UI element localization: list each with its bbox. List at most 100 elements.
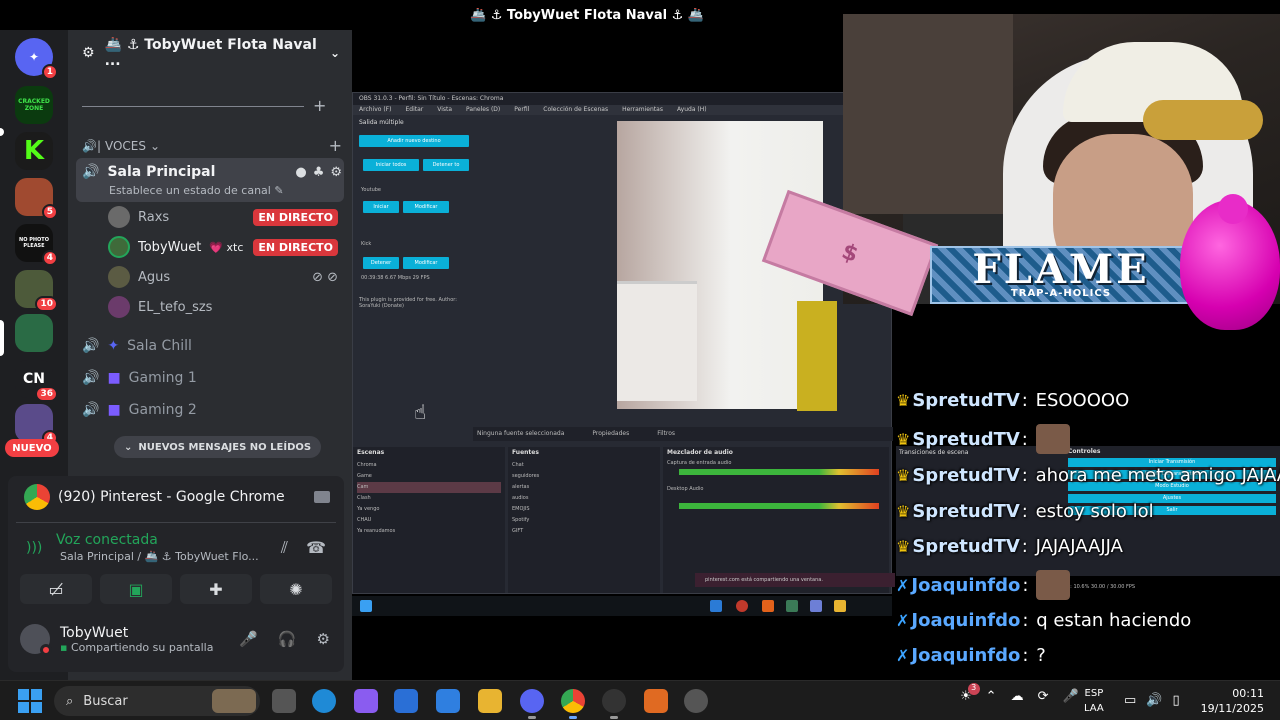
noise-suppression-icon[interactable]: ⫽ <box>281 538 288 558</box>
channel-sala-principal[interactable]: 🔊 Sala Principal ● ♣ ⚙ <box>82 164 342 180</box>
obs-filters: Filtros <box>657 430 676 437</box>
activities-icon: ✚ <box>209 579 223 599</box>
clock[interactable]: 00:11 19/11/2025 <box>1172 686 1264 716</box>
avatar <box>108 206 130 228</box>
speaker-icon: 🔊 <box>82 164 100 180</box>
server-6[interactable] <box>15 314 53 352</box>
server-cracked-zone[interactable]: CRACKED ZONE <box>15 86 53 124</box>
voice-status[interactable]: Voz conectada <box>56 532 158 548</box>
obs-menu: Archivo (F) Editar Vista Paneles (D) Per… <box>353 105 891 115</box>
avatar <box>108 236 130 258</box>
audio-meter <box>679 469 879 475</box>
mic-icon[interactable]: 🎤 <box>1062 689 1078 704</box>
add-member-icon[interactable]: ♣ <box>313 165 325 180</box>
dock-title: Salida múltiple <box>359 119 404 126</box>
headphones-icon[interactable]: 🎧 <box>278 630 297 648</box>
file-explorer-icon[interactable] <box>478 689 502 713</box>
start-button[interactable] <box>18 689 42 713</box>
buddha-head <box>1218 194 1248 224</box>
settings-icon[interactable]: ⚙ <box>317 630 330 648</box>
obs-no-source: Ninguna fuente seleccionada <box>477 430 565 437</box>
guild-header[interactable]: ⚙ 🚢 ⚓ TobyWuet Flota Naval ... ⌄ <box>68 30 352 76</box>
discord-icon[interactable] <box>520 689 544 719</box>
channel-emoji-icon: ✦ <box>107 338 120 354</box>
category-label: VOCES <box>104 138 147 153</box>
screen-share-button[interactable]: ▣ <box>100 574 172 604</box>
disconnect-icon[interactable]: ☎ <box>306 538 326 558</box>
channel-gaming-1[interactable]: 🔊 ■ Gaming 1 <box>82 370 342 386</box>
divider <box>82 106 304 107</box>
activities-button[interactable]: ✚ <box>180 574 252 604</box>
channel-sala-chill[interactable]: 🔊 ✦ Sala Chill <box>82 338 342 354</box>
source-item: Spotify <box>512 517 530 523</box>
mixer-channel: Captura de entrada audio <box>667 460 732 466</box>
settings-icon[interactable] <box>684 689 708 713</box>
channel-gaming-2[interactable]: 🔊 ■ Gaming 2 <box>82 402 342 418</box>
server-cn[interactable]: CN 36 <box>15 360 58 402</box>
outlook-icon[interactable] <box>394 689 418 713</box>
audio-meter <box>679 503 879 509</box>
unread-messages-button[interactable]: ⌄ NUEVOS MENSAJES NO LEÍDOS <box>114 436 322 458</box>
share-notice: pinterest.com está compartiendo una vent… <box>695 573 895 587</box>
search-placeholder: Buscar <box>83 693 128 709</box>
edge-icon[interactable] <box>312 689 336 713</box>
chevron-up-icon[interactable]: ⌃ <box>986 689 997 704</box>
chat-message: ✗ Joaquinfdo: <box>896 570 1071 600</box>
server-3[interactable]: 5 <box>15 178 58 220</box>
opera-icon <box>736 600 748 612</box>
voice-user[interactable]: TobyWuet 💗 xtc EN DIRECTO <box>108 236 338 258</box>
discord-home-icon[interactable]: ✦ 1 <box>15 38 58 80</box>
copilot-icon[interactable] <box>354 689 378 713</box>
settings-icon[interactable]: ⚙ <box>330 165 342 180</box>
chrome-icon[interactable] <box>561 689 585 719</box>
obs-menu-item: Archivo (F) <box>359 106 392 113</box>
taskbar-search[interactable]: ⌕ Buscar <box>54 686 260 716</box>
gear-icon[interactable]: ⚙ <box>82 45 95 61</box>
voice-user[interactable]: Agus ⊘ ⊘ <box>108 266 338 288</box>
add-channel-icon[interactable]: + <box>329 136 342 155</box>
voice-location[interactable]: Sala Principal / 🚢 ⚓ TobyWuet Flo... <box>60 550 259 563</box>
category-voces[interactable]: 🔊| VOCES ⌄ + <box>82 136 342 155</box>
obs-icon[interactable] <box>602 689 626 719</box>
system-tray: ☀ 3 ⌃ ☁ ⟳ 🎤 <box>960 683 1079 704</box>
flame-banner: FLAME TRAP-A-HOLICS <box>930 246 1192 304</box>
server-5[interactable]: 10 <box>15 270 58 312</box>
camera-off-button[interactable]: ▭̸ <box>20 574 92 604</box>
voice-user[interactable]: Raxs EN DIRECTO <box>108 206 338 228</box>
chat-text: ahora me meto amigo JAJAA <box>1035 465 1280 486</box>
soundboard-button[interactable]: ✺ <box>260 574 332 604</box>
obs-menu-item: Vista <box>437 106 453 113</box>
chevron-down-icon[interactable]: ⌄ <box>330 46 340 60</box>
chat-message: ♛ SpretudTV: <box>896 424 1070 454</box>
obs-status: CPU: 10.6% 30.00 / 30.00 FPS <box>1060 584 1136 590</box>
sync-icon[interactable]: ⟳ <box>1038 689 1049 704</box>
stop-stream-icon[interactable] <box>314 491 330 503</box>
server-no-photo[interactable]: NO PHOTO PLEASE 4 <box>15 224 58 266</box>
voice-user[interactable]: EL_tefo_szs <box>108 296 338 318</box>
store-icon[interactable] <box>436 689 460 713</box>
obs-modify: Modificar <box>403 257 449 269</box>
signal-icon[interactable]: ))) <box>26 540 42 556</box>
new-badge[interactable]: NUEVO <box>5 439 59 457</box>
channel-status[interactable]: Establece un estado de canal ✎ <box>109 184 284 197</box>
chat-user: SpretudTV <box>912 536 1020 557</box>
home-badge: 1 <box>41 64 58 80</box>
app-icon[interactable] <box>644 689 668 713</box>
microphone-icon[interactable]: 🎤 <box>239 630 258 648</box>
camera-off-icon: ▭̸ <box>48 579 64 599</box>
obs-stop: Detener <box>363 257 399 269</box>
window-title-bar: 🚢 ⚓ TobyWuet Flota Naval ⚓ 🚢 <box>352 0 822 30</box>
notification-icon[interactable]: ☀ 3 <box>960 683 980 704</box>
server-kick[interactable]: K <box>15 132 53 170</box>
chat-bubble-icon[interactable]: ● <box>295 165 306 180</box>
task-view-icon[interactable] <box>272 689 296 713</box>
stream-preview-row[interactable]: (920) Pinterest - Google Chrome <box>24 484 340 510</box>
language-indicator[interactable]: ESP LAA <box>1084 686 1104 716</box>
my-avatar[interactable] <box>20 624 52 656</box>
server-8[interactable]: 4 <box>15 404 58 446</box>
obs-mixer: Mezclador de audio Captura de entrada au… <box>663 447 889 593</box>
cloud-icon[interactable]: ☁ <box>1011 689 1024 704</box>
add-icon[interactable]: + <box>313 96 326 115</box>
source-item: Chat <box>512 462 524 468</box>
server-label: CN <box>23 371 45 387</box>
